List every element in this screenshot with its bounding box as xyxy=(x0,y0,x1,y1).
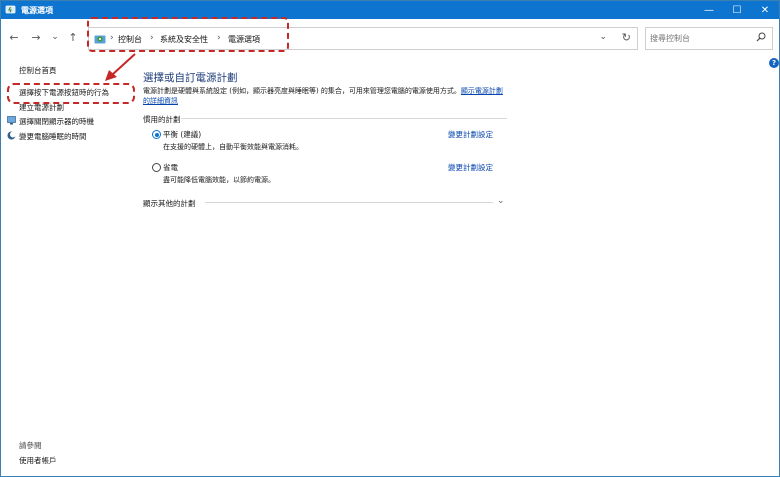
power-saver-plan-name: 省電 xyxy=(163,163,178,172)
expand-chevron-icon[interactable]: ⌄ xyxy=(497,196,505,206)
recent-locations-button[interactable]: ⌄ xyxy=(48,30,62,44)
page-description: 電源計劃是硬體與系統設定 (例如，顯示器亮度與睡眠等) 的集合，可用來管理您電腦… xyxy=(143,86,508,106)
maximize-button[interactable]: ☐ xyxy=(723,1,751,19)
balanced-plan-radio[interactable] xyxy=(152,130,161,139)
power-options-window: 電源選項 — ☐ ✕ ← → ⌄ ↑ › 控制台 › 系統及安全性 › 電源選項… xyxy=(0,0,780,477)
main-content: 選擇或自訂電源計劃 電源計劃是硬體與系統設定 (例如，顯示器亮度與睡眠等) 的集… xyxy=(133,57,779,475)
address-highlight-annotation xyxy=(87,17,289,52)
close-button[interactable]: ✕ xyxy=(751,1,779,19)
back-button[interactable]: ← xyxy=(7,30,21,44)
section-divider xyxy=(205,202,493,203)
sidebar-highlight-annotation xyxy=(7,83,135,104)
balanced-plan-description: 在支援的硬體上，自動平衡效能與電源消耗。 xyxy=(163,143,303,151)
balanced-plan-name: 平衡 (建議) xyxy=(163,130,202,139)
sidebar-item-sleep-timing[interactable]: 變更電腦睡眠的時間 xyxy=(19,131,87,142)
search-icon[interactable] xyxy=(756,32,766,42)
forward-button[interactable]: → xyxy=(29,30,43,44)
preferred-plans-label: 慣用的計劃 xyxy=(143,115,181,124)
see-also-label: 請參閱 xyxy=(19,441,42,450)
power-options-icon xyxy=(5,5,16,14)
refresh-icon[interactable]: ↻ xyxy=(622,31,631,44)
power-saver-change-settings-link[interactable]: 變更計劃設定 xyxy=(448,162,493,173)
window-title: 電源選項 xyxy=(21,6,53,15)
monitor-icon xyxy=(7,116,16,125)
search-box[interactable] xyxy=(645,27,773,50)
user-accounts-link[interactable]: 使用者帳戶 xyxy=(19,455,57,466)
minimize-button[interactable]: — xyxy=(695,1,723,19)
description-text: 電源計劃是硬體與系統設定 (例如，顯示器亮度與睡眠等) 的集合，可用來管理您電腦… xyxy=(143,87,461,95)
page-title: 選擇或自訂電源計劃 xyxy=(143,72,238,84)
search-input[interactable] xyxy=(650,31,750,45)
help-icon[interactable]: ? xyxy=(769,58,779,68)
left-nav-pane: 控制台首頁 選擇按下電源按鈕時的行為 建立電源計劃 選擇關閉顯示器的時機 變更電… xyxy=(1,57,133,475)
power-saver-plan-description: 盡可能降低電腦效能，以節約電源。 xyxy=(163,176,275,184)
balanced-change-settings-link[interactable]: 變更計劃設定 xyxy=(448,129,493,140)
moon-icon xyxy=(7,131,16,140)
sidebar-item-display-off-timing[interactable]: 選擇關閉顯示器的時機 xyxy=(19,116,94,127)
control-panel-home-link[interactable]: 控制台首頁 xyxy=(19,65,57,76)
section-divider xyxy=(181,118,507,119)
show-additional-plans[interactable]: 顯示其他的計劃 xyxy=(143,198,196,209)
up-button[interactable]: ↑ xyxy=(66,30,80,44)
power-saver-plan-radio[interactable] xyxy=(152,163,161,172)
address-dropdown-icon[interactable]: ⌄ xyxy=(599,32,607,42)
